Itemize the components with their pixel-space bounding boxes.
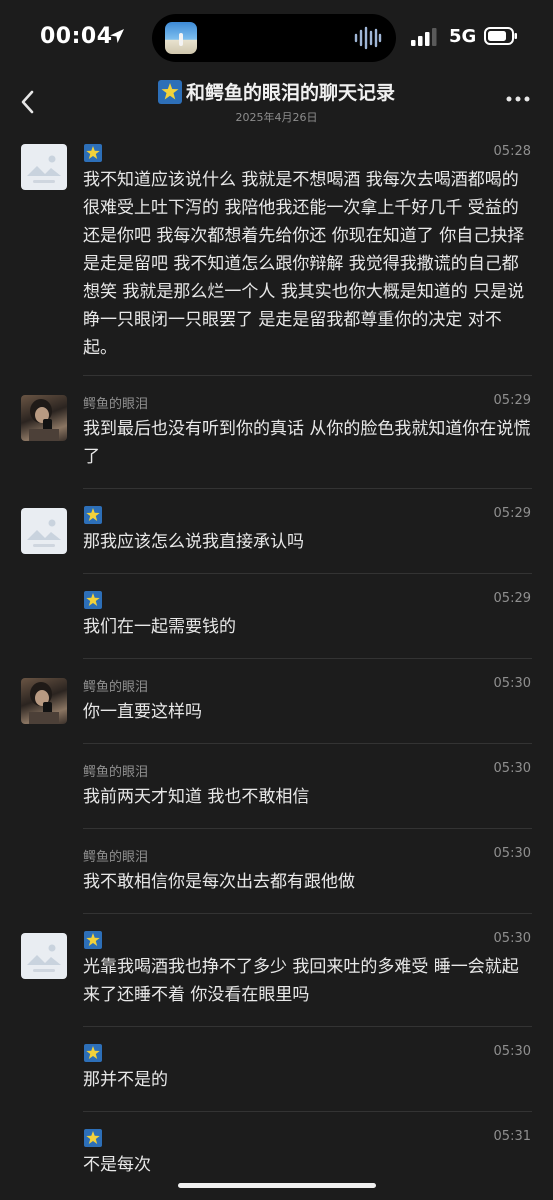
divider [83,573,532,574]
divider [83,1111,532,1112]
message-text[interactable]: 我不知道应该说什么 我就是不想喝酒 我每次去喝酒都喝的很难受上吐下泻的 我陪他我… [83,166,533,362]
message-time: 05:29 [493,506,531,521]
message-text[interactable]: 那并不是的 [83,1066,533,1094]
message-text[interactable]: 那我应该怎么说我直接承认吗 [83,528,533,556]
divider [83,658,532,659]
network-type: 5G [449,26,477,47]
message-text[interactable]: 我到最后也没有听到你的真话 从你的脸色我就知道你在说慌了 [83,415,533,471]
divider [83,1026,532,1027]
star-sticker-icon [84,1129,102,1147]
contact-photo [29,399,59,441]
avatar[interactable] [21,395,67,441]
message-time: 05:30 [493,676,531,691]
image-placeholder-icon [27,155,61,183]
status-time: 00:04 [40,24,113,49]
sender-name: 鳄鱼的眼泪 [83,765,149,780]
message-text[interactable]: 我不敢相信你是每次出去都有跟他做 [83,868,533,896]
audio-waveform-icon [354,26,382,50]
divider [83,828,532,829]
sender-name: 鳄鱼的眼泪 [83,850,149,865]
avatar[interactable] [21,508,67,554]
message-text[interactable]: 我前两天才知道 我也不敢相信 [83,783,533,811]
back-chevron-icon[interactable] [14,86,42,118]
divider [83,488,532,489]
page-title: 和鳄鱼的眼泪的聊天记录 [185,82,395,104]
avatar[interactable] [21,678,67,724]
message-time: 05:29 [493,393,531,408]
avatar[interactable] [21,144,67,190]
message-text[interactable]: 你一直要这样吗 [83,698,533,726]
sender-name: 鳄鱼的眼泪 [83,680,149,695]
avatar[interactable] [21,933,67,979]
star-sticker-icon [84,144,102,162]
status-bar: 00:04 5G [0,0,553,78]
star-sticker-icon [84,931,102,949]
contact-photo [29,682,59,724]
now-playing-thumbnail [165,22,197,54]
battery-icon [484,27,517,45]
star-sticker-icon [84,1044,102,1062]
divider [83,913,532,914]
star-sticker-icon [157,79,182,104]
message-text[interactable]: 光靠我喝酒我也挣不了多少 我回来吐的多难受 睡一会就起来了还睡不着 你没看在眼里… [83,953,533,1009]
more-options-icon[interactable] [506,94,530,104]
message-time: 05:29 [493,591,531,606]
star-sticker-icon [84,506,102,524]
image-placeholder-icon [27,519,61,547]
divider [83,743,532,744]
message-text[interactable]: 不是每次 [83,1151,533,1179]
location-arrow-icon [110,29,124,43]
message-time: 05:30 [493,846,531,861]
message-time: 05:30 [493,931,531,946]
message-text[interactable]: 我们在一起需要钱的 [83,613,533,641]
message-time: 05:31 [493,1129,531,1144]
star-sticker-icon [84,591,102,609]
chat-date: 2025年4月26日 [235,110,318,124]
divider [83,375,532,376]
dynamic-island[interactable] [152,14,396,62]
message-list: 05:28 我不知道应该说什么 我就是不想喝酒 我每次去喝酒都喝的很难受上吐下泻… [0,128,553,1200]
image-placeholder-icon [27,944,61,972]
message-time: 05:28 [493,144,531,159]
message-time: 05:30 [493,1044,531,1059]
sender-name: 鳄鱼的眼泪 [83,397,149,412]
message-time: 05:30 [493,761,531,776]
nav-bar: 和鳄鱼的眼泪的聊天记录 2025年4月26日 [0,78,553,126]
cellular-signal-icon [411,28,437,46]
chat-title-block: 和鳄鱼的眼泪的聊天记录 2025年4月26日 [100,78,453,125]
home-indicator[interactable] [178,1183,376,1188]
